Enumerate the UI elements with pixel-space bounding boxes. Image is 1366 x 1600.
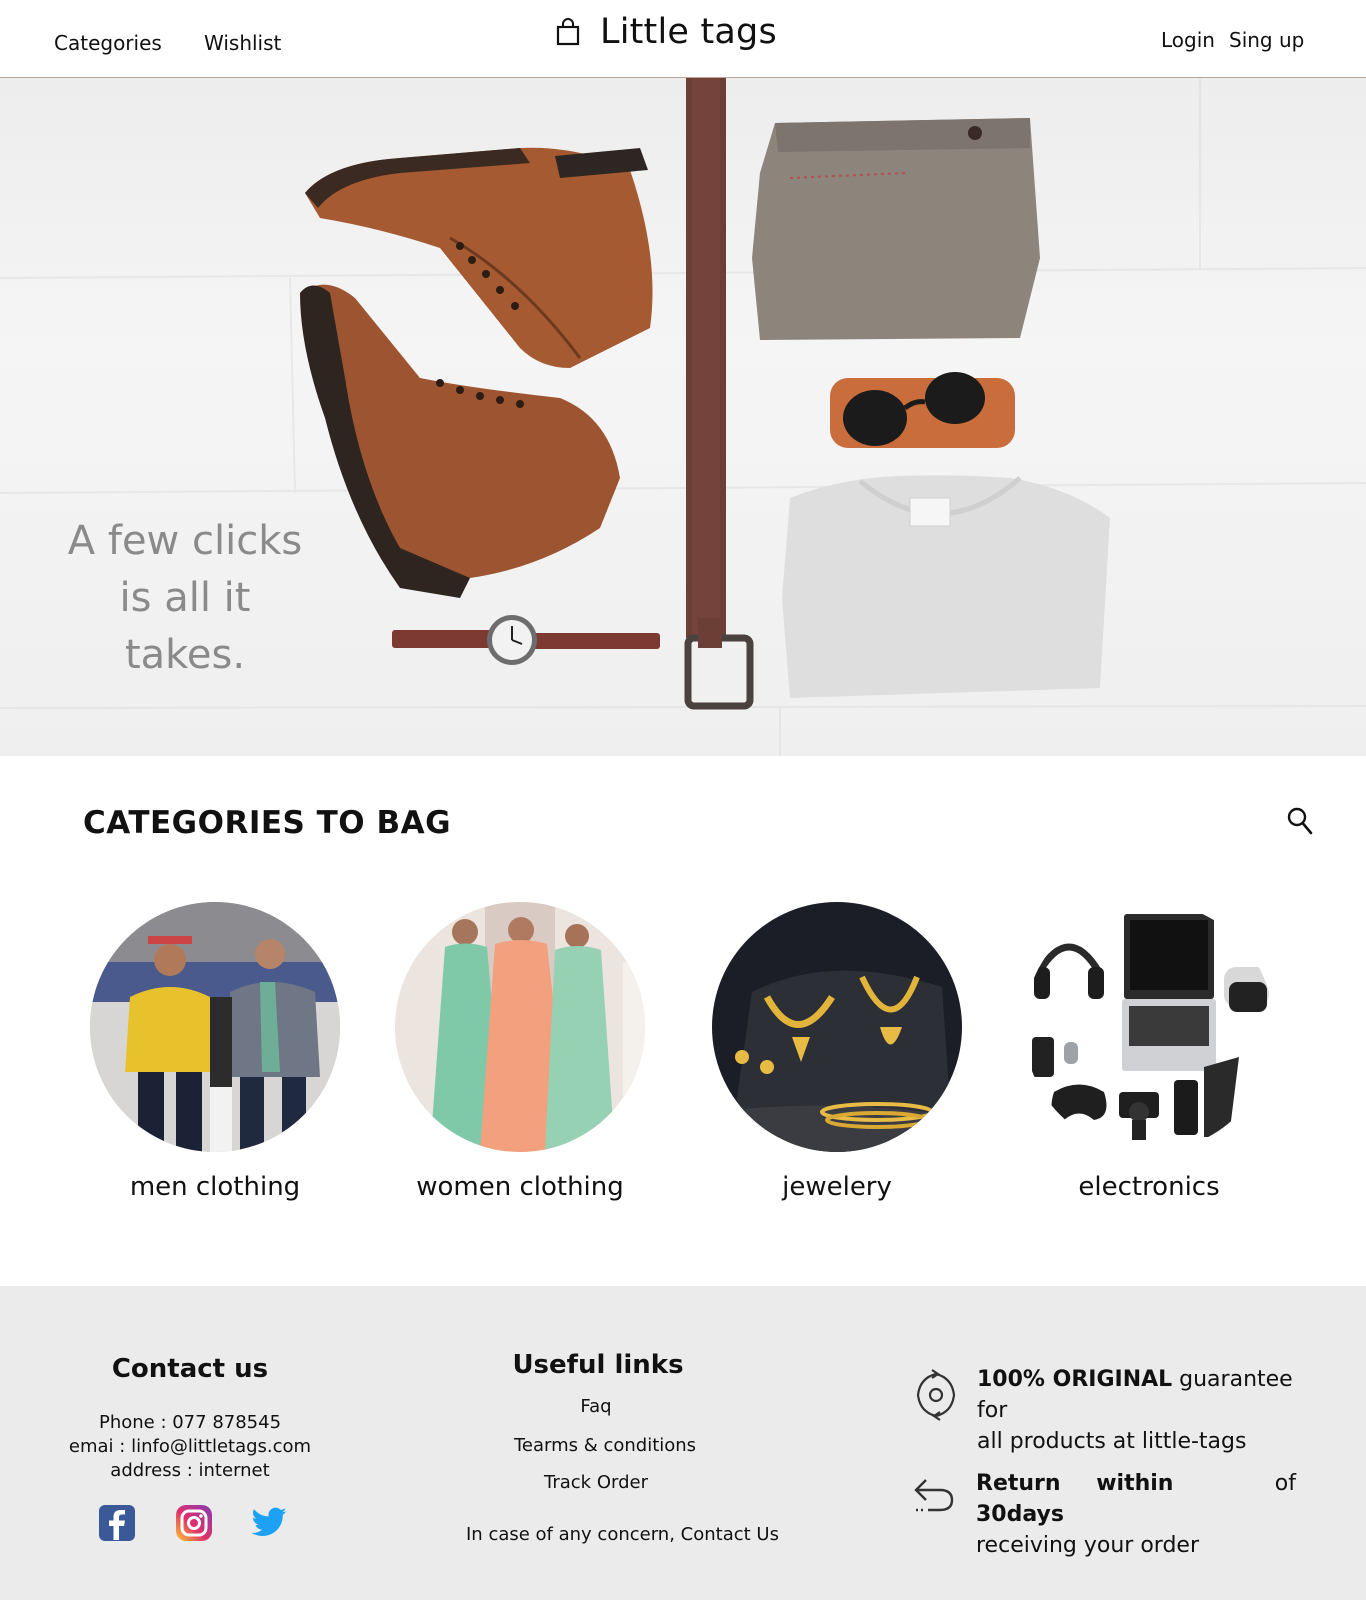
nav-categories-link[interactable]: Categories xyxy=(54,31,162,55)
category-image-women xyxy=(395,902,645,1152)
categories-title: CATEGORIES TO BAG xyxy=(83,805,452,841)
return-policy-text: Return within 30days of receiving your o… xyxy=(976,1468,1296,1561)
facebook-link[interactable] xyxy=(98,1504,136,1542)
hero-banner: A few clicks is all it takes. xyxy=(0,78,1366,756)
hero-tagline-line: A few clicks xyxy=(67,518,303,564)
category-label: women clothing xyxy=(416,1172,624,1202)
category-image-men xyxy=(90,902,340,1152)
category-image-jewelery xyxy=(712,902,962,1152)
useful-links-heading: Useful links xyxy=(512,1350,684,1380)
contact-heading: Contact us xyxy=(111,1354,269,1384)
login-link[interactable]: Login xyxy=(1161,28,1215,52)
instagram-link[interactable] xyxy=(175,1504,213,1542)
return-policy-rest: of xyxy=(1274,1471,1296,1496)
category-label: electronics xyxy=(1078,1172,1220,1202)
hero-tagline-line: takes. xyxy=(124,632,246,678)
site-footer: Contact us Phone : 077 878545 emai : lin… xyxy=(0,1286,1366,1600)
category-jewelery[interactable]: jewelery xyxy=(712,902,962,1202)
contact-concern-link[interactable]: In case of any concern, Contact Us xyxy=(466,1524,779,1545)
nav-wishlist-link[interactable]: Wishlist xyxy=(204,31,281,55)
hero-tagline: A few clicks is all it takes. xyxy=(40,513,330,684)
hero-tagline-line: is all it xyxy=(119,575,251,621)
original-guarantee-text: 100% ORIGINAL guarantee for all products… xyxy=(977,1364,1317,1457)
category-men-clothing[interactable]: men clothing xyxy=(90,902,340,1202)
return-policy-bold: Return within 30days xyxy=(976,1471,1174,1527)
twitter-link[interactable] xyxy=(250,1504,288,1542)
site-header: Categories Wishlist Little tags Login Si… xyxy=(0,0,1366,78)
return-policy-line2: receiving your order xyxy=(976,1533,1199,1558)
search-button[interactable] xyxy=(1287,807,1317,839)
contact-phone: Phone : 077 878545 xyxy=(98,1412,282,1433)
search-icon xyxy=(1287,807,1313,835)
original-guarantee-line2: all products at little-tags xyxy=(977,1429,1247,1454)
brand-logo[interactable]: Little tags xyxy=(556,10,777,54)
category-image-electronics xyxy=(1024,902,1274,1152)
faq-link[interactable]: Faq xyxy=(496,1396,696,1417)
original-guarantee-bold: 100% ORIGINAL xyxy=(977,1367,1173,1392)
facebook-icon xyxy=(99,1505,135,1541)
return-arrow-icon xyxy=(914,1479,954,1512)
contact-address: address : internet xyxy=(110,1460,270,1481)
signup-link[interactable]: Sing up xyxy=(1229,28,1304,52)
twitter-icon xyxy=(251,1507,287,1536)
brand-title: Little tags xyxy=(600,12,777,52)
shopping-bag-icon xyxy=(556,18,580,46)
track-order-link[interactable]: Track Order xyxy=(496,1472,696,1493)
contact-email[interactable]: emai : linfo@littletags.com xyxy=(40,1436,340,1457)
category-women-clothing[interactable]: women clothing xyxy=(395,902,645,1202)
terms-link[interactable]: Tearms & conditions xyxy=(505,1435,705,1456)
category-electronics[interactable]: electronics xyxy=(1024,902,1274,1202)
original-guarantee-icon xyxy=(916,1369,956,1421)
instagram-icon xyxy=(176,1505,212,1541)
